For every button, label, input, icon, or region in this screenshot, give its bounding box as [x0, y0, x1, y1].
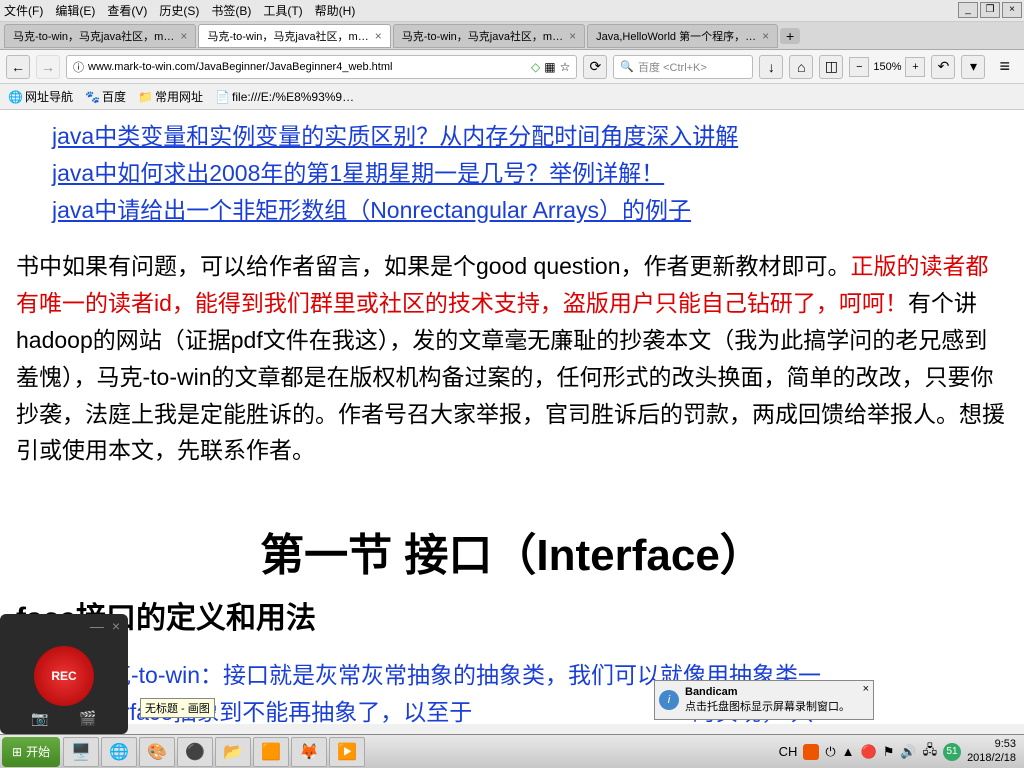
zoom-in-button[interactable]: + [905, 57, 925, 77]
close-icon[interactable]: × [112, 618, 120, 634]
bookmark-star-icon[interactable]: ☆ [560, 60, 571, 74]
bookmark-nav[interactable]: 🌐网址导航 [8, 88, 73, 105]
minimize-button[interactable]: _ [958, 2, 978, 18]
close-button[interactable]: × [1002, 2, 1022, 18]
tab-3[interactable]: Java,HelloWorld 第一个程序，…× [587, 24, 778, 48]
task-icon[interactable]: 🖥️ [63, 737, 99, 767]
tab-bar: 马克-to-win，马克java社区，m…× 马克-to-win，马克java社… [0, 22, 1024, 50]
zoom-out-button[interactable]: − [849, 57, 869, 77]
menu-history[interactable]: 历史(S) [159, 2, 199, 19]
home-button[interactable]: ⌂ [789, 55, 813, 79]
reload-button[interactable]: ⟳ [583, 55, 607, 79]
recorder-widget[interactable]: — × REC 📷 🎬 [0, 614, 128, 734]
menu-file[interactable]: 文件(F) [4, 2, 43, 19]
menu-tools[interactable]: 工具(T) [263, 2, 302, 19]
minimize-icon[interactable]: — [90, 618, 104, 634]
content-link[interactable]: java中请给出一个非矩形数组（Nonrectangular Arrays）的例… [52, 192, 1008, 229]
shield-icon[interactable]: ◇ [531, 60, 540, 74]
menu-view[interactable]: 查看(V) [107, 2, 147, 19]
tab-0[interactable]: 马克-to-win，马克java社区，m…× [4, 24, 196, 48]
task-icon[interactable]: 📂 [215, 737, 251, 767]
sub-heading: face接口的定义和用法 [16, 593, 1008, 637]
taskbar: ⊞开始 🖥️ 🌐 🎨 ⚫ 📂 🟧 🦊 ▶️ CH ⏻ ▲ 🔴 ⚑ 🔊 🖧 51 … [0, 734, 1024, 768]
task-icon[interactable]: 🎨 [139, 737, 175, 767]
reader-icon[interactable]: ▦ [544, 60, 555, 74]
zoom-level: 150% [873, 61, 901, 73]
menu-help[interactable]: 帮助(H) [315, 2, 356, 19]
back-button[interactable]: ← [6, 55, 30, 79]
globe-icon: 🌐 [8, 90, 22, 104]
task-icon[interactable]: 🦊 [291, 737, 327, 767]
paragraph: 书中如果有问题，可以给作者留言，如果是个good question，作者更新教材… [16, 248, 1008, 469]
info-icon[interactable]: ⓘ [73, 59, 84, 75]
close-icon[interactable]: × [762, 29, 769, 43]
dropdown-button[interactable]: ▾ [961, 55, 985, 79]
system-tray: CH ⏻ ▲ 🔴 ⚑ 🔊 🖧 51 9:53 2018/2/18 [771, 738, 1024, 764]
tray-icon[interactable]: ⏻ [825, 744, 835, 760]
menubar: 文件(F) 编辑(E) 查看(V) 历史(S) 书签(B) 工具(T) 帮助(H… [0, 0, 1024, 22]
video-icon[interactable]: 🎬 [79, 710, 96, 727]
task-icon[interactable]: ⚫ [177, 737, 213, 767]
task-icon[interactable]: ▶️ [329, 737, 365, 767]
tray-bandicam-icon[interactable]: 🔴 [861, 744, 877, 760]
bookmark-common[interactable]: 📁常用网址 [138, 88, 203, 105]
clock[interactable]: 9:53 2018/2/18 [967, 738, 1016, 764]
search-input[interactable]: 🔍百度 <Ctrl+K> [613, 55, 753, 79]
close-icon[interactable]: × [863, 683, 869, 695]
content-link[interactable]: java中如何求出2008年的第1星期星期一是几号？举例详解！ [52, 155, 1008, 192]
info-icon: i [659, 690, 679, 710]
content-link[interactable]: java中类变量和实例变量的实质区别？从内存分配时间角度深入讲解 [52, 118, 1008, 155]
start-button[interactable]: ⊞开始 [2, 737, 60, 767]
page-icon: 📄 [215, 90, 229, 104]
restore-button[interactable]: ❐ [980, 2, 1000, 18]
tooltip: 无标题 - 画图 [140, 698, 215, 718]
task-icon[interactable]: 🌐 [101, 737, 137, 767]
download-button[interactable]: ↓ [759, 55, 783, 79]
baidu-icon: 🐾 [85, 90, 99, 104]
sidebar-button[interactable]: ◫ [819, 55, 843, 79]
close-icon[interactable]: × [375, 29, 382, 43]
url-toolbar: ← → ⓘ www.mark-to-win.com/JavaBeginner/J… [0, 50, 1024, 84]
section-heading: 第一节 接口（Interface） [16, 519, 1008, 583]
task-icon[interactable]: 🟧 [253, 737, 289, 767]
close-icon[interactable]: × [180, 29, 187, 43]
tab-2[interactable]: 马克-to-win，马克java社区，m…× [393, 24, 585, 48]
camera-icon[interactable]: 📷 [31, 710, 48, 727]
notification-title: Bandicam [685, 686, 850, 698]
flag-icon[interactable]: ⚑ [883, 744, 895, 760]
tab-1[interactable]: 马克-to-win，马克java社区，m…× [198, 24, 390, 48]
tray-num-icon[interactable]: 51 [943, 743, 961, 761]
forward-button[interactable]: → [36, 55, 60, 79]
bookmarks-bar: 🌐网址导航 🐾百度 📁常用网址 📄file:///E:/%E8%93%9… [0, 84, 1024, 110]
menu-edit[interactable]: 编辑(E) [55, 2, 95, 19]
tray-icon[interactable]: ▲ [842, 744, 855, 759]
folder-icon: 📁 [138, 90, 152, 104]
record-button[interactable]: REC [34, 646, 94, 706]
bookmark-baidu[interactable]: 🐾百度 [85, 88, 126, 105]
ime-indicator[interactable]: CH [779, 744, 798, 759]
bookmark-file[interactable]: 📄file:///E:/%E8%93%9… [215, 90, 354, 104]
hamburger-menu-button[interactable]: ≡ [991, 56, 1018, 77]
bandicam-notification[interactable]: i Bandicam 点击托盘图标显示屏幕录制窗口。 × [654, 680, 874, 720]
network-icon[interactable]: 🖧 [923, 741, 938, 763]
new-tab-button[interactable]: + [780, 28, 800, 44]
menu-bookmarks[interactable]: 书签(B) [211, 2, 251, 19]
tray-icon[interactable] [803, 744, 819, 760]
undo-tab-button[interactable]: ↶ [931, 55, 955, 79]
url-input[interactable]: ⓘ www.mark-to-win.com/JavaBeginner/JavaB… [66, 55, 577, 79]
url-text: www.mark-to-win.com/JavaBeginner/JavaBeg… [88, 61, 527, 73]
volume-icon[interactable]: 🔊 [900, 744, 916, 760]
windows-icon: ⊞ [12, 745, 22, 759]
notification-message: 点击托盘图标显示屏幕录制窗口。 [685, 698, 850, 714]
page-content[interactable]: java中类变量和实例变量的实质区别？从内存分配时间角度深入讲解 java中如何… [0, 110, 1024, 724]
close-icon[interactable]: × [569, 29, 576, 43]
